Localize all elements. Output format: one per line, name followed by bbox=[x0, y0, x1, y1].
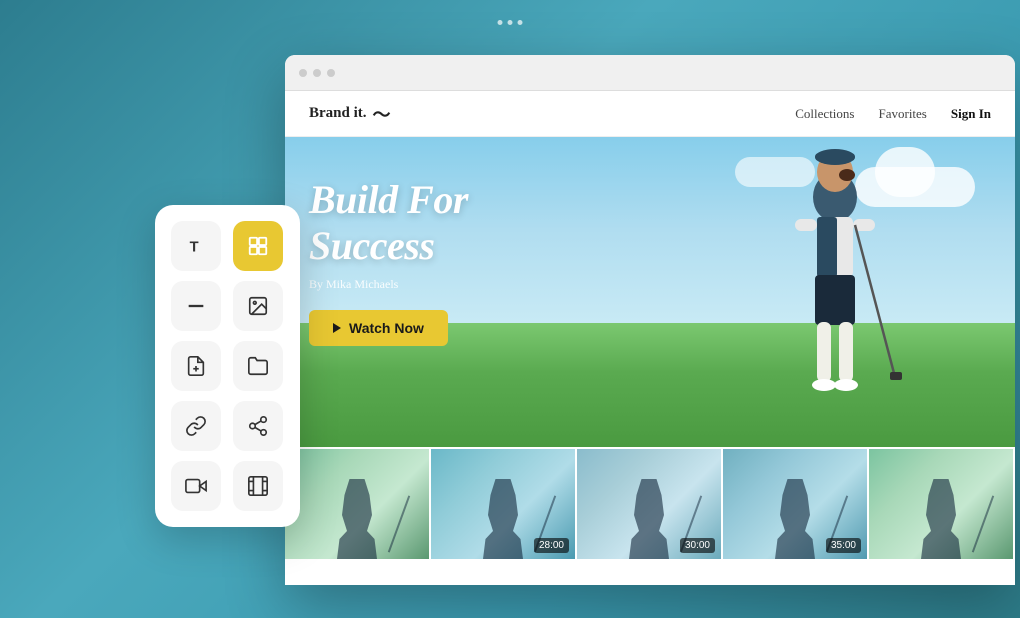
minus-tool-button[interactable] bbox=[171, 281, 221, 331]
thumbnail-1[interactable] bbox=[285, 449, 431, 559]
website-content: Brand it. 〜 Collections Favorites Sign I… bbox=[285, 91, 1015, 585]
svg-text:T: T bbox=[190, 240, 199, 256]
hero-section: Build For Success By Mika Michaels Watch… bbox=[285, 137, 1015, 447]
thumb-golfer-4 bbox=[770, 479, 820, 559]
thumb-golfer-3 bbox=[624, 479, 674, 559]
thumb-club-5 bbox=[972, 495, 994, 552]
thumb-club-1 bbox=[388, 495, 410, 552]
browser-dot-yellow bbox=[313, 69, 321, 77]
brand-squiggle: 〜 bbox=[373, 101, 391, 127]
brand-logo: Brand it. 〜 bbox=[309, 101, 795, 127]
browser-dot-green bbox=[327, 69, 335, 77]
image-tool-button[interactable] bbox=[233, 281, 283, 331]
thumb-duration-4: 35:00 bbox=[826, 538, 861, 553]
file-tool-button[interactable] bbox=[171, 341, 221, 391]
nav-links: Collections Favorites Sign In bbox=[795, 106, 991, 122]
hero-title-line1: Build For bbox=[309, 177, 468, 222]
dot-3 bbox=[518, 20, 523, 25]
thumb-golfer-2 bbox=[478, 479, 528, 559]
thumb-duration-3: 30:00 bbox=[680, 538, 715, 553]
brand-name: Brand it. bbox=[309, 105, 367, 122]
thumb-golfer-1 bbox=[332, 479, 382, 559]
window-dots bbox=[498, 20, 523, 25]
play-icon bbox=[333, 323, 341, 333]
text-tool-button[interactable]: T bbox=[171, 221, 221, 271]
hero-title-line2: Success bbox=[309, 223, 434, 268]
thumbnail-4[interactable]: 35:00 bbox=[723, 449, 869, 559]
thumbnails-row: 28:00 30:00 35:00 bbox=[285, 447, 1015, 559]
toolbar-panel: T bbox=[155, 205, 300, 527]
crop-tool-button[interactable] bbox=[233, 221, 283, 271]
nav-bar: Brand it. 〜 Collections Favorites Sign I… bbox=[285, 91, 1015, 137]
link-tool-button[interactable] bbox=[171, 401, 221, 451]
thumbnail-3[interactable]: 30:00 bbox=[577, 449, 723, 559]
thumb-golfer-5 bbox=[916, 479, 966, 559]
thumbnail-5[interactable] bbox=[869, 449, 1015, 559]
dot-1 bbox=[498, 20, 503, 25]
nav-collections[interactable]: Collections bbox=[795, 106, 854, 122]
thumbnail-2[interactable]: 28:00 bbox=[431, 449, 577, 559]
dot-2 bbox=[508, 20, 513, 25]
hero-author: By Mika Michaels bbox=[309, 277, 468, 292]
watch-now-label: Watch Now bbox=[349, 320, 424, 336]
browser-chrome bbox=[285, 55, 1015, 91]
grid-tool-button[interactable] bbox=[233, 461, 283, 511]
browser-window: Brand it. 〜 Collections Favorites Sign I… bbox=[285, 55, 1015, 585]
video-tool-button[interactable] bbox=[171, 461, 221, 511]
hero-golfer bbox=[735, 147, 935, 447]
browser-dot-red bbox=[299, 69, 307, 77]
share-tool-button[interactable] bbox=[233, 401, 283, 451]
nav-signin[interactable]: Sign In bbox=[951, 106, 991, 122]
nav-favorites[interactable]: Favorites bbox=[878, 106, 926, 122]
hero-title: Build For Success bbox=[309, 177, 468, 269]
watch-now-button[interactable]: Watch Now bbox=[309, 310, 448, 346]
folder-tool-button[interactable] bbox=[233, 341, 283, 391]
hero-content: Build For Success By Mika Michaels Watch… bbox=[309, 177, 468, 346]
thumb-duration-2: 28:00 bbox=[534, 538, 569, 553]
